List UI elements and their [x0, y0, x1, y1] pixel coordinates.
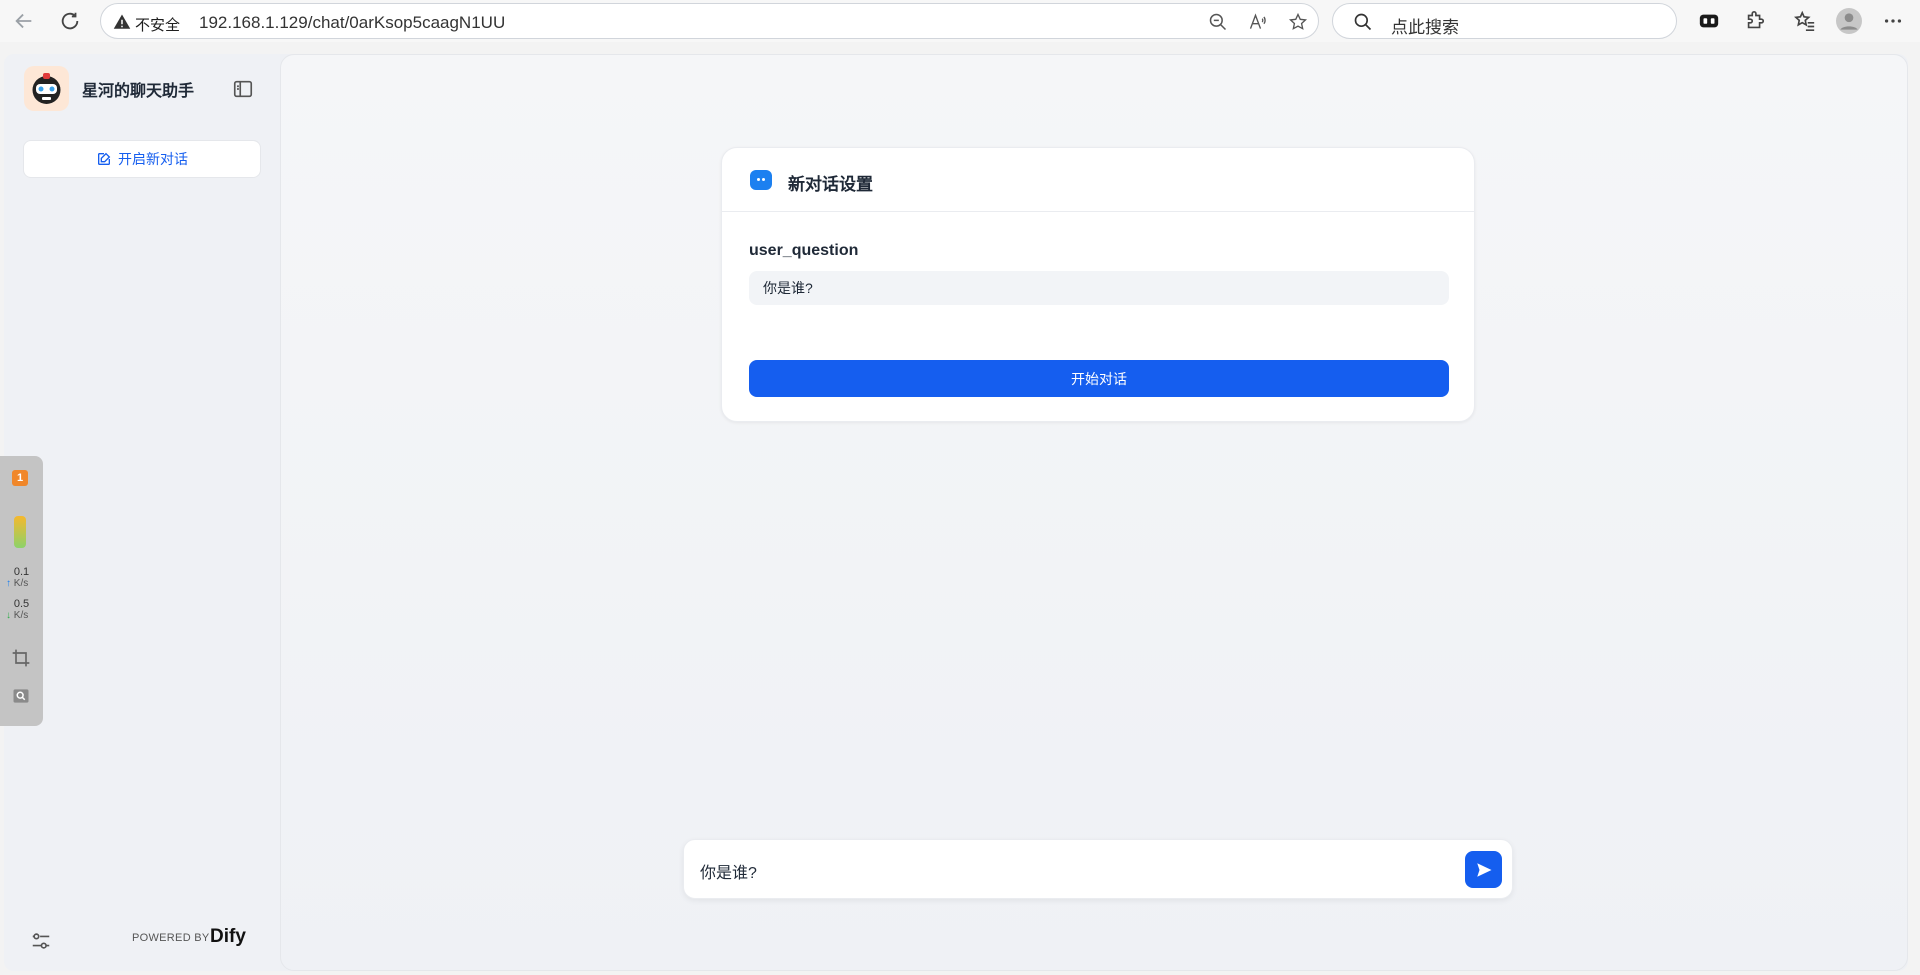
settings-sliders-icon[interactable]	[30, 930, 52, 952]
upload-speed-unit: ↑ K/s	[6, 578, 43, 589]
warning-icon	[113, 14, 131, 29]
new-chat-button[interactable]: 开启新对话	[23, 140, 261, 178]
download-speed-value: 0.5	[13, 598, 30, 610]
user-question-label: user_question	[749, 242, 859, 259]
app-title: 星河的聊天助手	[82, 83, 195, 100]
upload-arrow-icon: ↑	[6, 578, 11, 589]
search-icon	[1354, 13, 1372, 31]
back-button[interactable]	[8, 5, 40, 37]
download-unit-text: K/s	[13, 610, 29, 621]
crop-icon[interactable]	[11, 648, 31, 668]
memory-level-bar	[14, 516, 26, 548]
robot-avatar-icon	[32, 73, 61, 104]
more-menu-icon[interactable]	[1880, 8, 1906, 34]
chat-input-text[interactable]: 你是谁?	[700, 859, 757, 883]
search-placeholder: 点此搜索	[1391, 18, 1459, 37]
extension-game-icon[interactable]	[1696, 8, 1722, 34]
new-chat-settings-card: 新对话设置 user_question 开始对话	[721, 147, 1475, 422]
main-chat-area: 新对话设置 user_question 开始对话 你是谁?	[280, 54, 1908, 971]
profile-avatar-icon[interactable]	[1836, 8, 1862, 34]
new-chat-label: 开启新对话	[118, 151, 188, 167]
url-text[interactable]: 192.168.1.129/chat/0arKsop5caagN1UU	[199, 13, 505, 33]
chat-bubble-icon	[750, 170, 772, 190]
send-button[interactable]	[1465, 851, 1502, 888]
browser-toolbar: 不安全 192.168.1.129/chat/0arKsop5caagN1UU …	[0, 0, 1920, 42]
browser-search-box[interactable]: 点此搜索	[1332, 3, 1677, 39]
edit-icon	[98, 152, 111, 165]
user-question-input[interactable]	[749, 271, 1449, 305]
download-arrow-icon: ↓	[6, 610, 11, 621]
network-monitor-widget[interactable]: 1 0.1 ↑ K/s 0.5 ↓ K/s	[0, 456, 43, 726]
send-icon	[1476, 862, 1491, 877]
reload-icon	[61, 12, 79, 30]
download-speed-unit: ↓ K/s	[6, 610, 43, 621]
app-window: 星河的聊天助手 开启新对话 POWERED BY Dify 新对话设置 user…	[4, 54, 1908, 971]
card-title: 新对话设置	[788, 175, 873, 194]
favorites-list-icon[interactable]	[1792, 8, 1818, 34]
start-chat-button[interactable]: 开始对话	[749, 360, 1449, 397]
upload-speed-value: 0.1	[13, 566, 30, 578]
arrow-left-icon	[15, 13, 32, 29]
powered-by-label: POWERED BY	[132, 932, 210, 944]
reload-button[interactable]	[54, 5, 86, 37]
chat-input-box[interactable]: 你是谁?	[683, 839, 1513, 899]
dify-brand-text: Dify	[210, 926, 246, 947]
insecure-label[interactable]: 不安全	[135, 14, 180, 35]
app-logo	[24, 66, 69, 111]
read-aloud-icon[interactable]	[1247, 11, 1269, 33]
upload-unit-text: K/s	[13, 578, 29, 589]
card-header: 新对话设置	[722, 148, 1474, 212]
dify-logo[interactable]: Dify	[210, 926, 246, 948]
widget-badge[interactable]: 1	[12, 470, 28, 486]
sidebar: 星河的聊天助手 开启新对话 POWERED BY Dify	[4, 54, 280, 971]
zoom-out-icon[interactable]	[1207, 11, 1229, 33]
sidebar-collapse-icon[interactable]	[232, 78, 254, 100]
image-search-icon[interactable]	[11, 686, 31, 706]
address-bar[interactable]: 不安全 192.168.1.129/chat/0arKsop5caagN1UU	[100, 3, 1319, 39]
extensions-puzzle-icon[interactable]	[1742, 8, 1768, 34]
favorite-star-icon[interactable]	[1287, 11, 1309, 33]
